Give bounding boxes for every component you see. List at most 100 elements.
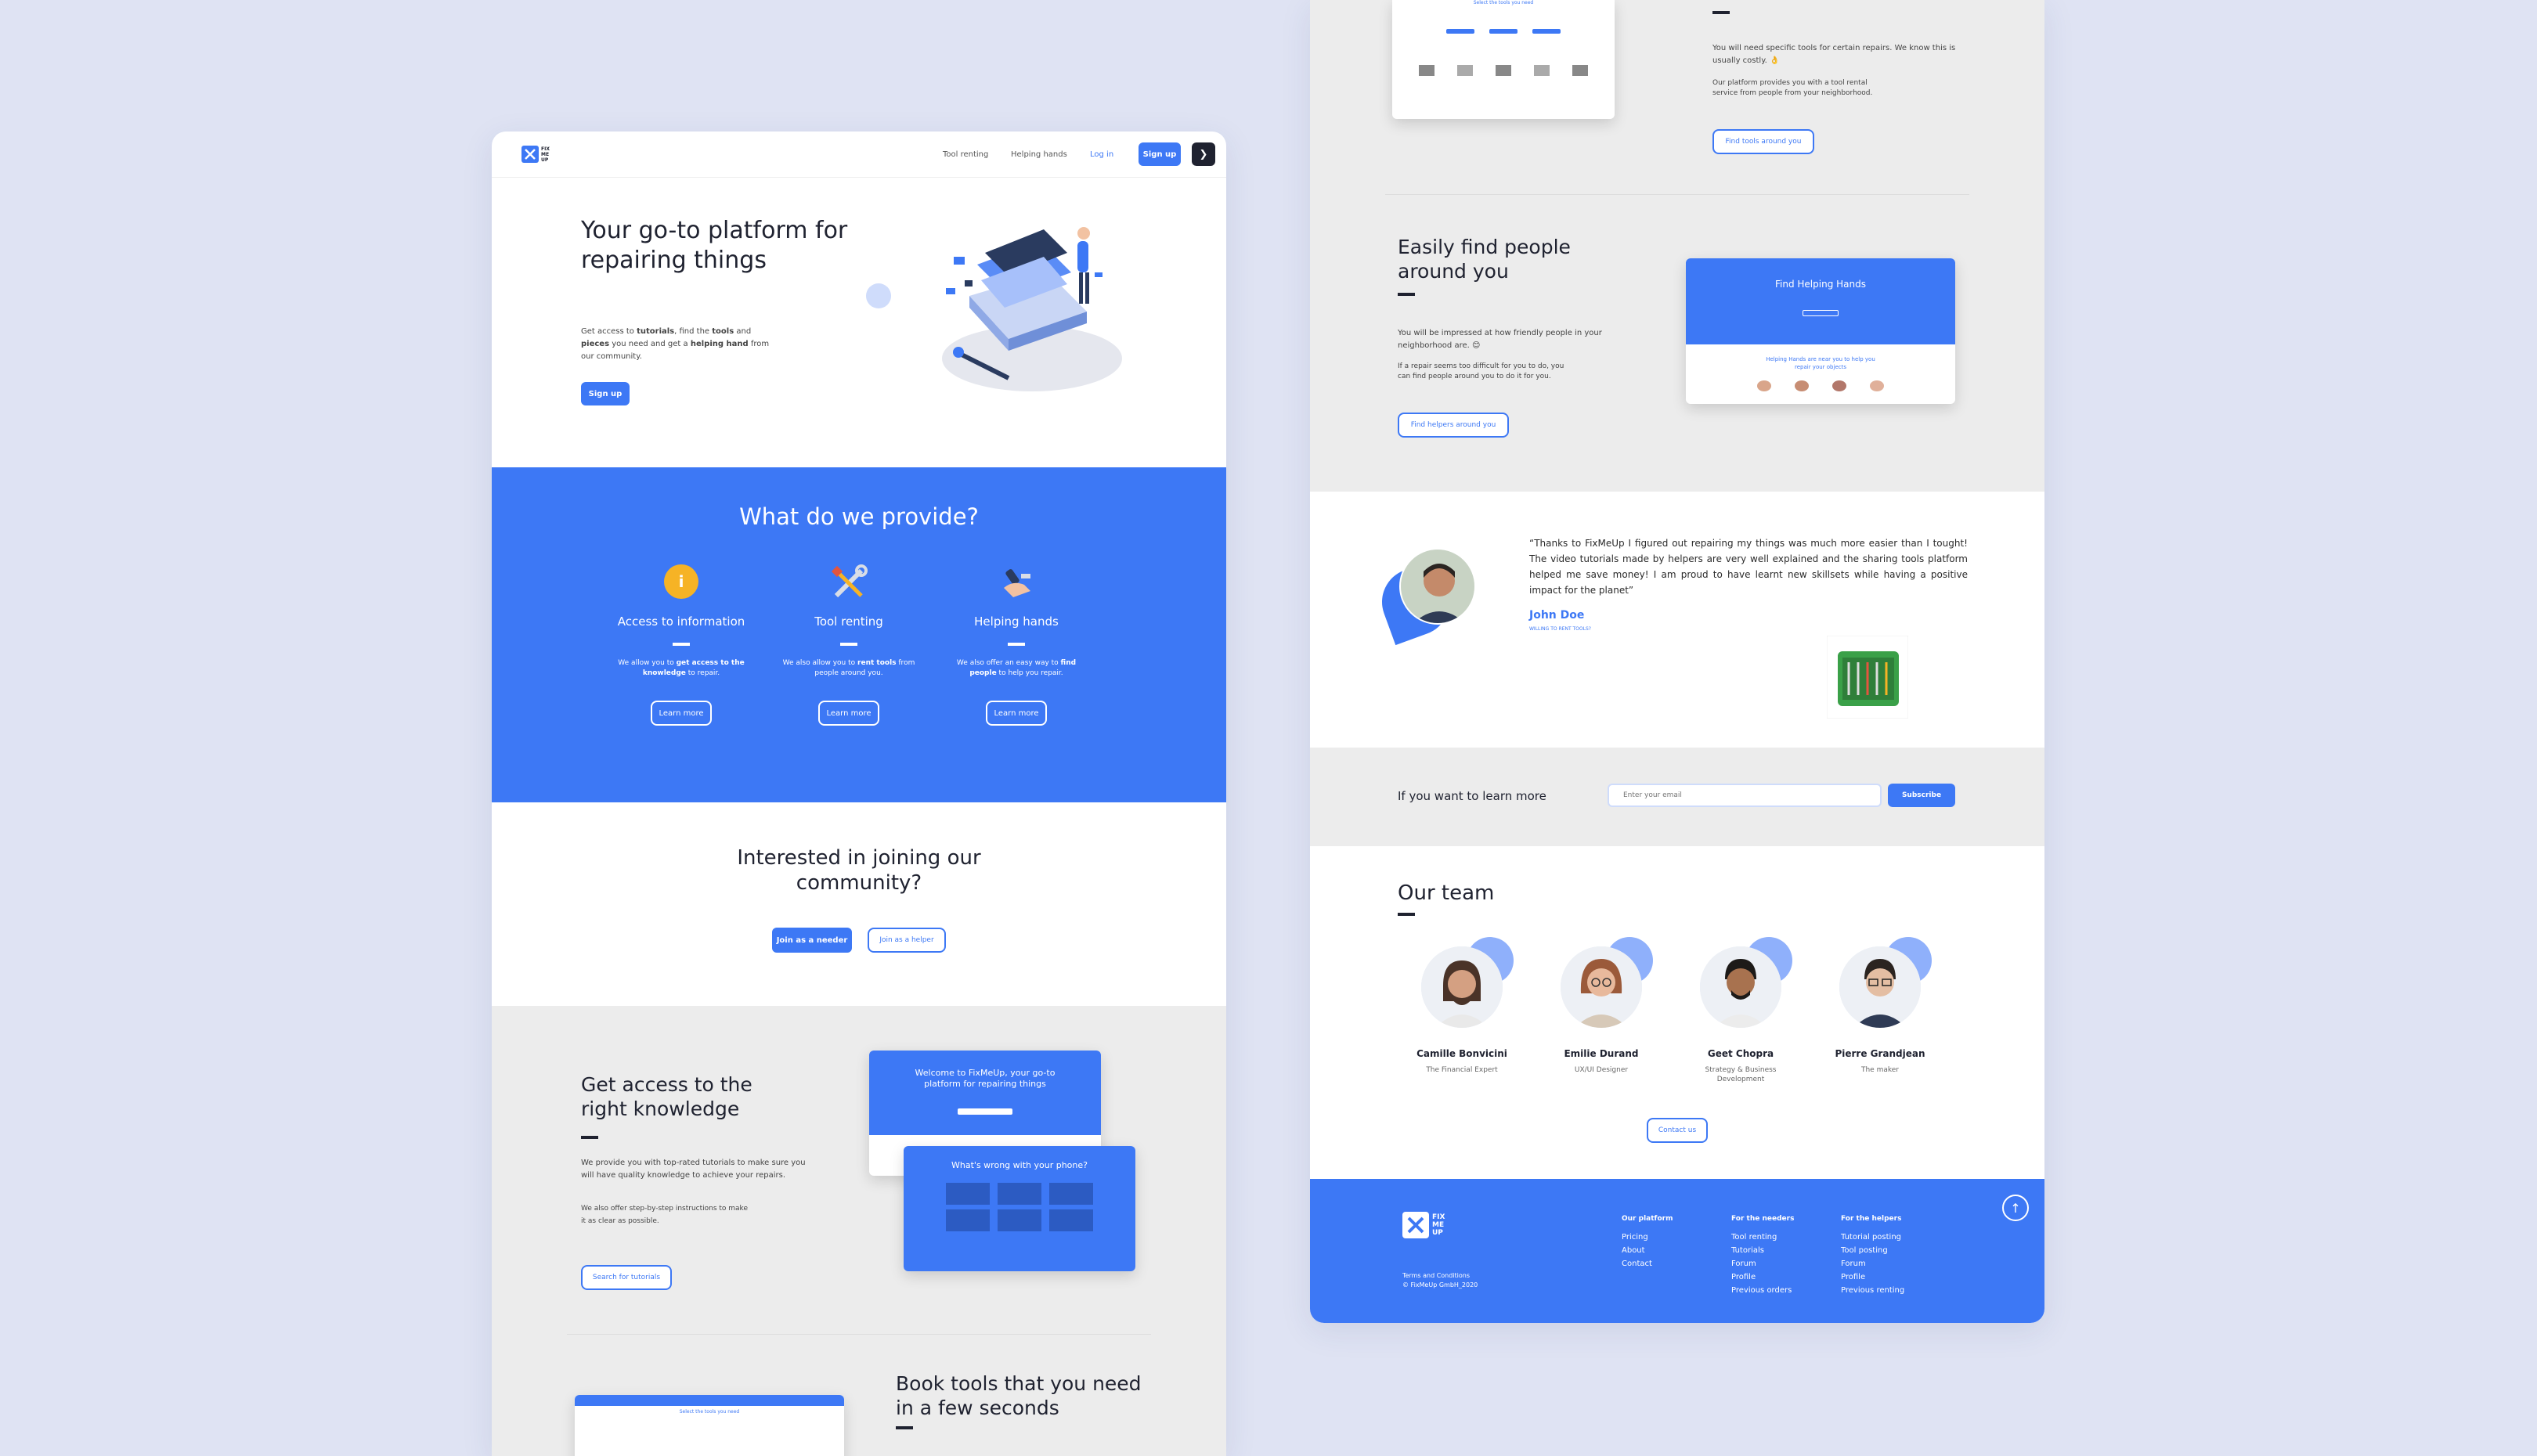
- tools-screenshot: Select the tools you need: [575, 1395, 844, 1456]
- people-text-2: If a repair seems too difficult for you …: [1398, 362, 1564, 380]
- helpers-screenshot: Find Helping Hands Helping Hands are nea…: [1686, 258, 1955, 404]
- person-photo-icon: [1401, 550, 1474, 623]
- title-underline: [1008, 643, 1025, 646]
- section-divider: [567, 1334, 1151, 1335]
- screenshot-title: Select the tools you need: [679, 1409, 740, 1415]
- provide-item-title: Access to information: [617, 614, 745, 629]
- site-logo[interactable]: FIX ME UP: [521, 142, 553, 166]
- team-title: Our team: [1398, 881, 1495, 905]
- title-underline: [1712, 11, 1730, 14]
- join-helper-button[interactable]: Join as a helper: [868, 928, 946, 953]
- logo-text-2: ME: [541, 151, 550, 157]
- nav-signup-button[interactable]: Sign up: [1139, 142, 1181, 166]
- member-role: The maker: [1860, 1066, 1899, 1074]
- knowledge-text-2: We also offer step-by-step instructions …: [581, 1205, 748, 1225]
- member-name: Emilie Durand: [1564, 1048, 1639, 1059]
- footer-link[interactable]: Profile: [1841, 1270, 1904, 1284]
- testimonial-avatar: [1372, 548, 1484, 646]
- provide-title: What do we provide?: [739, 503, 979, 530]
- footer-link[interactable]: Contact: [1622, 1257, 1673, 1270]
- member-photo-icon: [1421, 946, 1503, 1028]
- nav-divider: [492, 177, 1226, 178]
- footer-link[interactable]: Profile: [1731, 1270, 1794, 1284]
- footer-link[interactable]: Forum: [1731, 1257, 1794, 1270]
- footer-link[interactable]: Tool posting: [1841, 1244, 1904, 1257]
- provide-item-tools: Tool renting We also allow you to rent t…: [778, 564, 919, 726]
- logo-text-1: FIX: [541, 146, 550, 152]
- team-member-card: Geet Chopra Strategy & Business Developm…: [1678, 937, 1803, 1084]
- phone-repair-illustration: [942, 227, 1122, 391]
- tools-screenshot: Select the tools you need: [1392, 0, 1615, 119]
- footer-logo[interactable]: FIX ME UP: [1402, 1212, 1445, 1238]
- tutorial-search-screenshot: What's wrong with your phone?: [904, 1146, 1135, 1271]
- newsletter-label: If you want to learn more: [1398, 789, 1546, 803]
- provide-item-title: Helping hands: [974, 614, 1059, 629]
- nav-arrow-button[interactable]: ❯: [1192, 142, 1215, 166]
- email-input[interactable]: [1608, 784, 1882, 807]
- testimonial-role: WILLING TO RENT TOOLS?: [1529, 626, 1591, 632]
- footer-link[interactable]: Tool renting: [1731, 1231, 1794, 1244]
- homepage-mockup-left: FIX ME UP Tool renting Helping hands Log…: [492, 132, 1226, 1456]
- footer-link[interactable]: Forum: [1841, 1257, 1904, 1270]
- find-helpers-button[interactable]: Find helpers around you: [1398, 413, 1509, 438]
- title-underline: [896, 1426, 913, 1429]
- hero-description: Get access to tutorials, find the tools …: [581, 327, 770, 361]
- title-underline: [581, 1136, 598, 1139]
- section-divider: [1385, 194, 1969, 195]
- nav-tool-renting-link[interactable]: Tool renting: [943, 150, 988, 159]
- provide-section: What do we provide? i Access to informat…: [492, 467, 1226, 802]
- learn-more-button[interactable]: Learn more: [818, 701, 879, 726]
- toolkit-image: [1827, 636, 1908, 719]
- footer-link[interactable]: Previous renting: [1841, 1284, 1904, 1297]
- people-text-1: You will be impressed at how friendly pe…: [1398, 329, 1602, 350]
- provide-item-information: i Access to information We allow you to …: [611, 564, 752, 726]
- screenshot-subtitle: Helping Hands are near you to help you r…: [1766, 356, 1875, 370]
- tools-text-1: You will need specific tools for certain…: [1712, 44, 1956, 65]
- nav-login-link[interactable]: Log in: [1090, 150, 1113, 159]
- logo-text-3: UP: [541, 157, 549, 163]
- member-photo-icon: [1700, 946, 1781, 1028]
- footer-link[interactable]: Previous orders: [1731, 1284, 1794, 1297]
- title-underline: [840, 643, 857, 646]
- provide-item-desc: We also offer an easy way to find people…: [956, 659, 1077, 677]
- find-tools-button[interactable]: Find tools around you: [1712, 129, 1814, 154]
- provide-item-desc: We also allow you to rent tools from peo…: [782, 659, 915, 677]
- provide-item-title: Tool renting: [814, 614, 883, 629]
- member-role: UX/UI Designer: [1574, 1066, 1629, 1074]
- join-needer-button[interactable]: Join as a needer: [772, 928, 852, 953]
- screenshot-title: Find Helping Hands: [1775, 279, 1866, 290]
- footer-link[interactable]: Tutorials: [1731, 1244, 1794, 1257]
- footer-col-needers: For the needers Tool renting Tutorials F…: [1731, 1215, 1794, 1297]
- copyright: © FixMeUp GmbH_2020: [1402, 1281, 1478, 1288]
- footer-legal: Terms and Conditions © FixMeUp GmbH_2020: [1402, 1271, 1478, 1290]
- member-role: Strategy & Business Development: [1705, 1066, 1777, 1083]
- people-title: Easily find people around you: [1398, 236, 1571, 283]
- contact-us-button[interactable]: Contact us: [1647, 1118, 1708, 1143]
- footer-link[interactable]: Tutorial posting: [1841, 1231, 1904, 1244]
- tools-text-2: Our platform provides you with a tool re…: [1712, 79, 1873, 97]
- footer-link[interactable]: Pricing: [1622, 1231, 1673, 1244]
- learn-more-button[interactable]: Learn more: [651, 701, 712, 726]
- footer-col-platform: Our platform Pricing About Contact: [1622, 1215, 1673, 1270]
- provide-item-desc: We allow you to get access to the knowle…: [618, 659, 745, 677]
- helping-hand-icon: [1004, 569, 1030, 597]
- provide-item-helpers: Helping hands We also offer an easy way …: [946, 564, 1087, 726]
- search-tutorials-button[interactable]: Search for tutorials: [581, 1265, 672, 1290]
- logo-mark-icon: [1402, 1212, 1429, 1238]
- screenshot-title: Select the tools you need: [1473, 0, 1534, 5]
- footer-link[interactable]: About: [1622, 1244, 1673, 1257]
- title-underline: [1398, 293, 1415, 296]
- scroll-to-top-button[interactable]: ↑: [2002, 1195, 2029, 1221]
- screenshot-title: Welcome to FixMeUp, your go-to platform …: [915, 1068, 1056, 1089]
- team-member-card: Emilie Durand UX/UI Designer: [1539, 937, 1664, 1075]
- subscribe-button[interactable]: Subscribe: [1888, 784, 1955, 807]
- hero-signup-button[interactable]: Sign up: [581, 382, 630, 405]
- member-photo-icon: [1561, 946, 1642, 1028]
- nav-helping-hands-link[interactable]: Helping hands: [1011, 150, 1067, 159]
- member-name: Geet Chopra: [1707, 1048, 1774, 1059]
- terms-link[interactable]: Terms and Conditions: [1402, 1271, 1478, 1281]
- book-title: Book tools that you need in a few second…: [896, 1372, 1142, 1419]
- chevron-right-icon: ❯: [1199, 148, 1208, 160]
- wrench-screwdriver-icon: [831, 564, 868, 598]
- learn-more-button[interactable]: Learn more: [986, 701, 1047, 726]
